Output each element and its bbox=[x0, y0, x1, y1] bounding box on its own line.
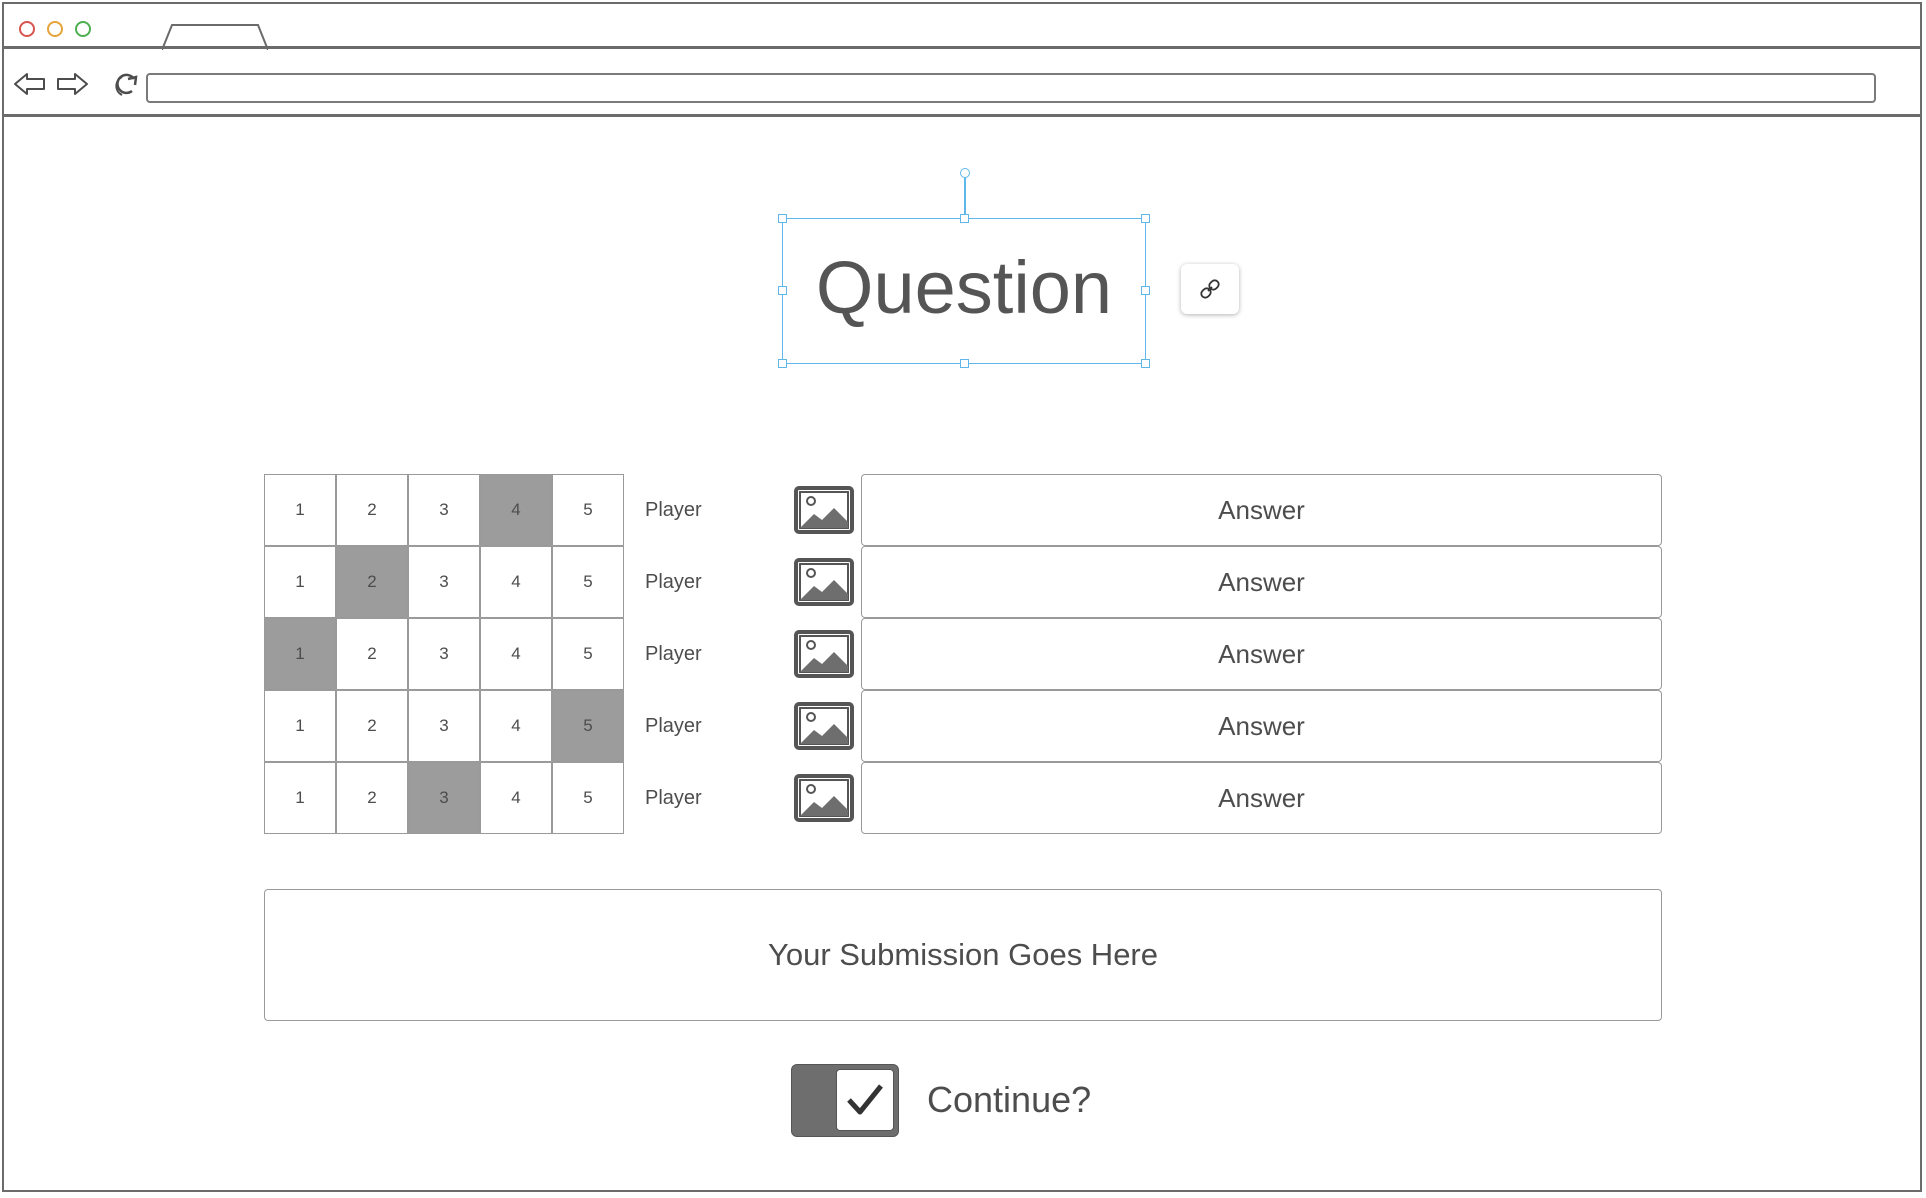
answer-field[interactable]: Answer bbox=[861, 762, 1662, 834]
image-icon bbox=[794, 558, 854, 606]
rank-cell[interactable]: 4 bbox=[480, 618, 552, 690]
grid-row-4: 1 2 3 4 5 bbox=[264, 690, 626, 762]
rank-cell[interactable]: 4 bbox=[480, 474, 552, 546]
submission-text: Your Submission Goes Here bbox=[768, 937, 1158, 972]
rank-cell[interactable]: 1 bbox=[264, 618, 336, 690]
ranking-grid: 1 2 3 4 5 1 2 3 4 5 1 2 3 4 5 1 2 3 4 5 … bbox=[264, 474, 626, 836]
forward-arrow-icon[interactable] bbox=[54, 69, 90, 99]
address-bar[interactable] bbox=[146, 73, 1876, 103]
rank-cell[interactable]: 4 bbox=[480, 546, 552, 618]
image-icon bbox=[794, 486, 854, 534]
image-icon bbox=[794, 774, 854, 822]
rank-cell[interactable]: 3 bbox=[408, 762, 480, 834]
rank-cell[interactable]: 3 bbox=[408, 618, 480, 690]
rank-cell[interactable]: 5 bbox=[552, 690, 624, 762]
resize-handle-bottom-left[interactable] bbox=[778, 359, 787, 368]
rank-cell[interactable]: 3 bbox=[408, 690, 480, 762]
resize-handle-right[interactable] bbox=[1141, 286, 1150, 295]
submission-field[interactable]: Your Submission Goes Here bbox=[264, 889, 1662, 1021]
grid-row-3: 1 2 3 4 5 bbox=[264, 618, 626, 690]
back-arrow-icon[interactable] bbox=[12, 69, 48, 99]
rank-cell[interactable]: 1 bbox=[264, 546, 336, 618]
question-selection-box[interactable]: Question bbox=[778, 168, 1150, 368]
toggle-knob bbox=[836, 1069, 894, 1131]
rank-cell[interactable]: 2 bbox=[336, 618, 408, 690]
rank-cell[interactable]: 5 bbox=[552, 546, 624, 618]
resize-handle-bottom[interactable] bbox=[960, 359, 969, 368]
rotation-line bbox=[964, 177, 966, 219]
answer-field[interactable]: Answer bbox=[861, 474, 1662, 546]
browser-tab[interactable] bbox=[162, 24, 268, 50]
player-label: Player bbox=[645, 570, 702, 593]
rank-cell[interactable]: 2 bbox=[336, 546, 408, 618]
player-label: Player bbox=[645, 786, 702, 809]
reload-icon[interactable] bbox=[110, 69, 146, 99]
grid-row-5: 1 2 3 4 5 bbox=[264, 762, 626, 834]
player-label: Player bbox=[645, 498, 702, 521]
rank-cell[interactable]: 1 bbox=[264, 474, 336, 546]
rank-cell[interactable]: 5 bbox=[552, 618, 624, 690]
image-icon bbox=[794, 630, 854, 678]
rank-cell[interactable]: 5 bbox=[552, 474, 624, 546]
answer-field[interactable]: Answer bbox=[861, 618, 1662, 690]
rank-cell[interactable]: 4 bbox=[480, 690, 552, 762]
answer-field[interactable]: Answer bbox=[861, 690, 1662, 762]
rank-cell[interactable]: 4 bbox=[480, 762, 552, 834]
grid-row-2: 1 2 3 4 5 bbox=[264, 546, 626, 618]
rank-cell[interactable]: 2 bbox=[336, 474, 408, 546]
answer-field[interactable]: Answer bbox=[861, 546, 1662, 618]
close-window-button[interactable] bbox=[19, 21, 35, 37]
minimize-window-button[interactable] bbox=[47, 21, 63, 37]
resize-handle-top-right[interactable] bbox=[1141, 214, 1150, 223]
rank-cell[interactable]: 3 bbox=[408, 474, 480, 546]
resize-handle-left[interactable] bbox=[778, 286, 787, 295]
image-icon bbox=[794, 702, 854, 750]
checkmark-icon bbox=[847, 1084, 883, 1115]
resize-handle-top-left[interactable] bbox=[778, 214, 787, 223]
resize-handle-top[interactable] bbox=[960, 214, 969, 223]
rank-cell[interactable]: 2 bbox=[336, 690, 408, 762]
rank-cell[interactable]: 2 bbox=[336, 762, 408, 834]
player-label: Player bbox=[645, 714, 702, 737]
link-button[interactable] bbox=[1181, 264, 1239, 314]
player-label: Player bbox=[645, 642, 702, 665]
browser-toolbar bbox=[4, 49, 1920, 117]
title-bar bbox=[4, 4, 1920, 50]
link-icon bbox=[1200, 279, 1220, 299]
continue-label: Continue? bbox=[927, 1079, 1092, 1120]
rotation-handle[interactable] bbox=[960, 168, 970, 178]
grid-row-1: 1 2 3 4 5 bbox=[264, 474, 626, 546]
rank-cell[interactable]: 1 bbox=[264, 690, 336, 762]
rank-cell[interactable]: 1 bbox=[264, 762, 336, 834]
rank-cell[interactable]: 5 bbox=[552, 762, 624, 834]
resize-handle-bottom-right[interactable] bbox=[1141, 359, 1150, 368]
maximize-window-button[interactable] bbox=[75, 21, 91, 37]
question-title[interactable]: Question bbox=[783, 251, 1145, 325]
continue-toggle[interactable] bbox=[791, 1064, 899, 1137]
rank-cell[interactable]: 3 bbox=[408, 546, 480, 618]
